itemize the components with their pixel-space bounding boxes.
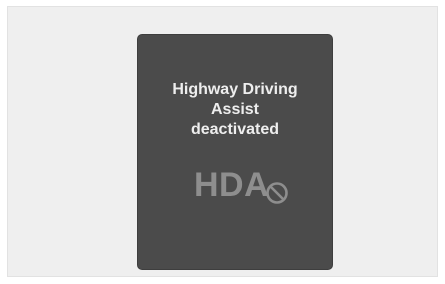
cluster-notification-panel: Highway Driving Assist deactivated HDA [137,34,333,270]
hda-deactivated-message: Highway Driving Assist deactivated [172,81,298,138]
hda-indicator: HDA [194,166,294,206]
prohibited-icon [266,182,288,204]
hda-indicator-label: HDA [194,166,270,204]
screen-background: Highway Driving Assist deactivated HDA [7,6,438,277]
